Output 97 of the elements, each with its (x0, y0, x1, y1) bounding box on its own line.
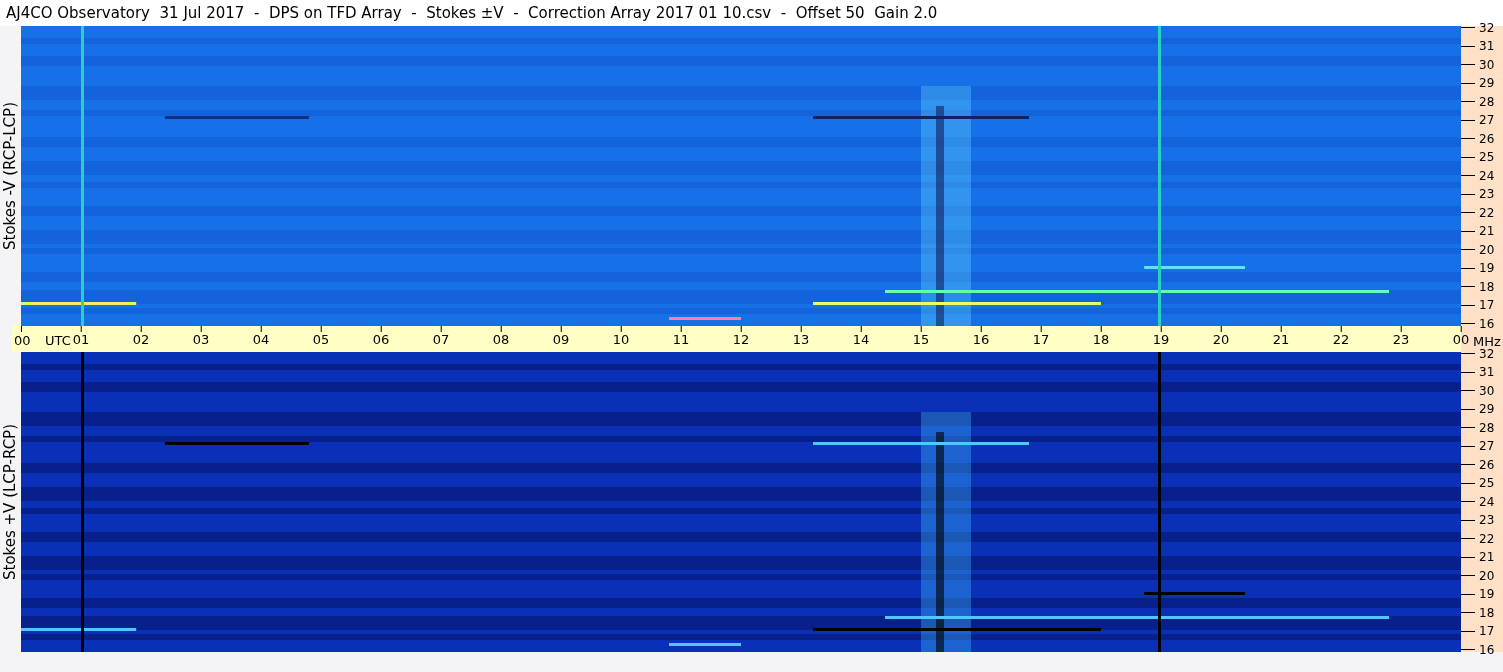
time-label: 21 (1272, 332, 1290, 347)
time-label: 16 (972, 332, 990, 347)
tick-mark (1461, 175, 1475, 177)
tick-mark (1461, 193, 1475, 195)
frequency-label: 29 (1479, 403, 1495, 415)
tick-mark (1461, 371, 1475, 373)
frequency-label: 23 (1479, 514, 1495, 527)
frequency-label: 18 (1479, 606, 1495, 619)
tick-mark (1461, 138, 1475, 140)
time-label: 10 (612, 332, 630, 347)
time-label: 22 (1332, 332, 1350, 347)
tick-mark (1461, 64, 1475, 65)
frequency-unit-label: MHz (1473, 333, 1501, 349)
tick-mark (1461, 249, 1475, 251)
time-label: 20 (1212, 332, 1230, 347)
frequency-label: 20 (1479, 569, 1495, 582)
tick-mark (1461, 286, 1475, 288)
tick-mark (1461, 612, 1475, 614)
tick-mark (1461, 304, 1475, 306)
tick-mark (1461, 156, 1475, 158)
tick-mark (1461, 101, 1475, 102)
frequency-label: 17 (1479, 299, 1495, 312)
tick-mark (1461, 593, 1475, 595)
tick-mark (1461, 630, 1475, 632)
frequency-label: 31 (1479, 40, 1495, 52)
tick-mark (1461, 556, 1475, 558)
frequency-label: 27 (1479, 114, 1495, 127)
time-label: 00 (14, 332, 31, 350)
time-label: 03 (192, 332, 210, 347)
frequency-label: 21 (1479, 551, 1495, 564)
time-label: 09 (552, 332, 570, 347)
time-label: 06 (372, 332, 390, 347)
tick-mark (1461, 538, 1475, 540)
time-label: 17 (1032, 332, 1050, 347)
time-label: 04 (252, 332, 270, 347)
frequency-label: 32 (1479, 347, 1495, 360)
frequency-label: 20 (1479, 243, 1495, 256)
time-label: 11 (672, 332, 690, 347)
time-label: 14 (852, 332, 870, 347)
tick-mark (1461, 119, 1475, 121)
frequency-label: 16 (1479, 317, 1495, 330)
frequency-label: 23 (1479, 188, 1495, 201)
frequency-label: 32 (1479, 21, 1495, 34)
tick-mark (1461, 649, 1475, 651)
tick-mark (1461, 353, 1475, 354)
tick-mark (1461, 27, 1475, 28)
frequency-label: 21 (1479, 225, 1495, 238)
time-label: 01 (72, 332, 90, 347)
time-unit-label: UTC (45, 332, 71, 350)
frequency-label: 18 (1479, 280, 1495, 293)
time-label: 00 (1452, 332, 1470, 347)
tick-mark (1461, 501, 1475, 503)
frequency-label: 22 (1479, 532, 1495, 545)
frequency-label: 26 (1479, 132, 1495, 145)
time-label: 08 (492, 332, 510, 347)
frequency-label: 31 (1479, 366, 1495, 378)
tick-mark (1461, 464, 1475, 466)
panel-label: Stokes -V (RCP-LCP) (0, 102, 21, 250)
frequency-label: 25 (1479, 151, 1495, 164)
frequency-label: 28 (1479, 95, 1495, 108)
time-label: 13 (792, 332, 810, 347)
tick-mark (1461, 427, 1475, 428)
frequency-label: 27 (1479, 440, 1495, 453)
tick-mark (1461, 519, 1475, 521)
time-label: 19 (1152, 332, 1170, 347)
panel-label: Stokes +V (LCP-RCP) (0, 424, 21, 580)
time-label: 15 (912, 332, 930, 347)
time-label: 12 (732, 332, 750, 347)
tick-mark (1461, 482, 1475, 484)
tick-mark (1461, 45, 1475, 47)
frequency-label: 19 (1479, 262, 1495, 275)
window-title: AJ4CO Observatory 31 Jul 2017 - DPS on TFD Array - Stokes ±V - Correction Array 2017 01 10.csv - Offset 50 Gain 2.0 (6, 2, 938, 24)
frequency-label: 17 (1479, 625, 1495, 638)
tick-mark (1461, 82, 1475, 84)
frequency-label: 24 (1479, 495, 1495, 508)
time-label: 18 (1092, 332, 1110, 347)
frequency-label: 30 (1479, 384, 1495, 397)
frequency-label: 16 (1479, 643, 1495, 656)
tick-mark (1461, 230, 1475, 232)
frequency-label: 22 (1479, 206, 1495, 219)
tick-mark (1461, 267, 1475, 269)
frequency-label: 26 (1479, 458, 1495, 471)
tick-mark (1461, 408, 1475, 410)
time-label: 02 (132, 332, 150, 347)
time-label: 23 (1392, 332, 1410, 347)
frequency-label: 25 (1479, 477, 1495, 490)
frequency-label: 19 (1479, 588, 1495, 601)
frequency-label: 29 (1479, 77, 1495, 89)
time-label: 05 (312, 332, 330, 347)
frequency-label: 30 (1479, 58, 1495, 71)
tick-mark (1461, 390, 1475, 391)
tick-mark (1461, 445, 1475, 447)
tick-mark (1461, 212, 1475, 214)
time-label: 07 (432, 332, 450, 347)
tick-mark (1461, 575, 1475, 577)
frequency-label: 28 (1479, 421, 1495, 434)
frequency-label: 24 (1479, 169, 1495, 182)
